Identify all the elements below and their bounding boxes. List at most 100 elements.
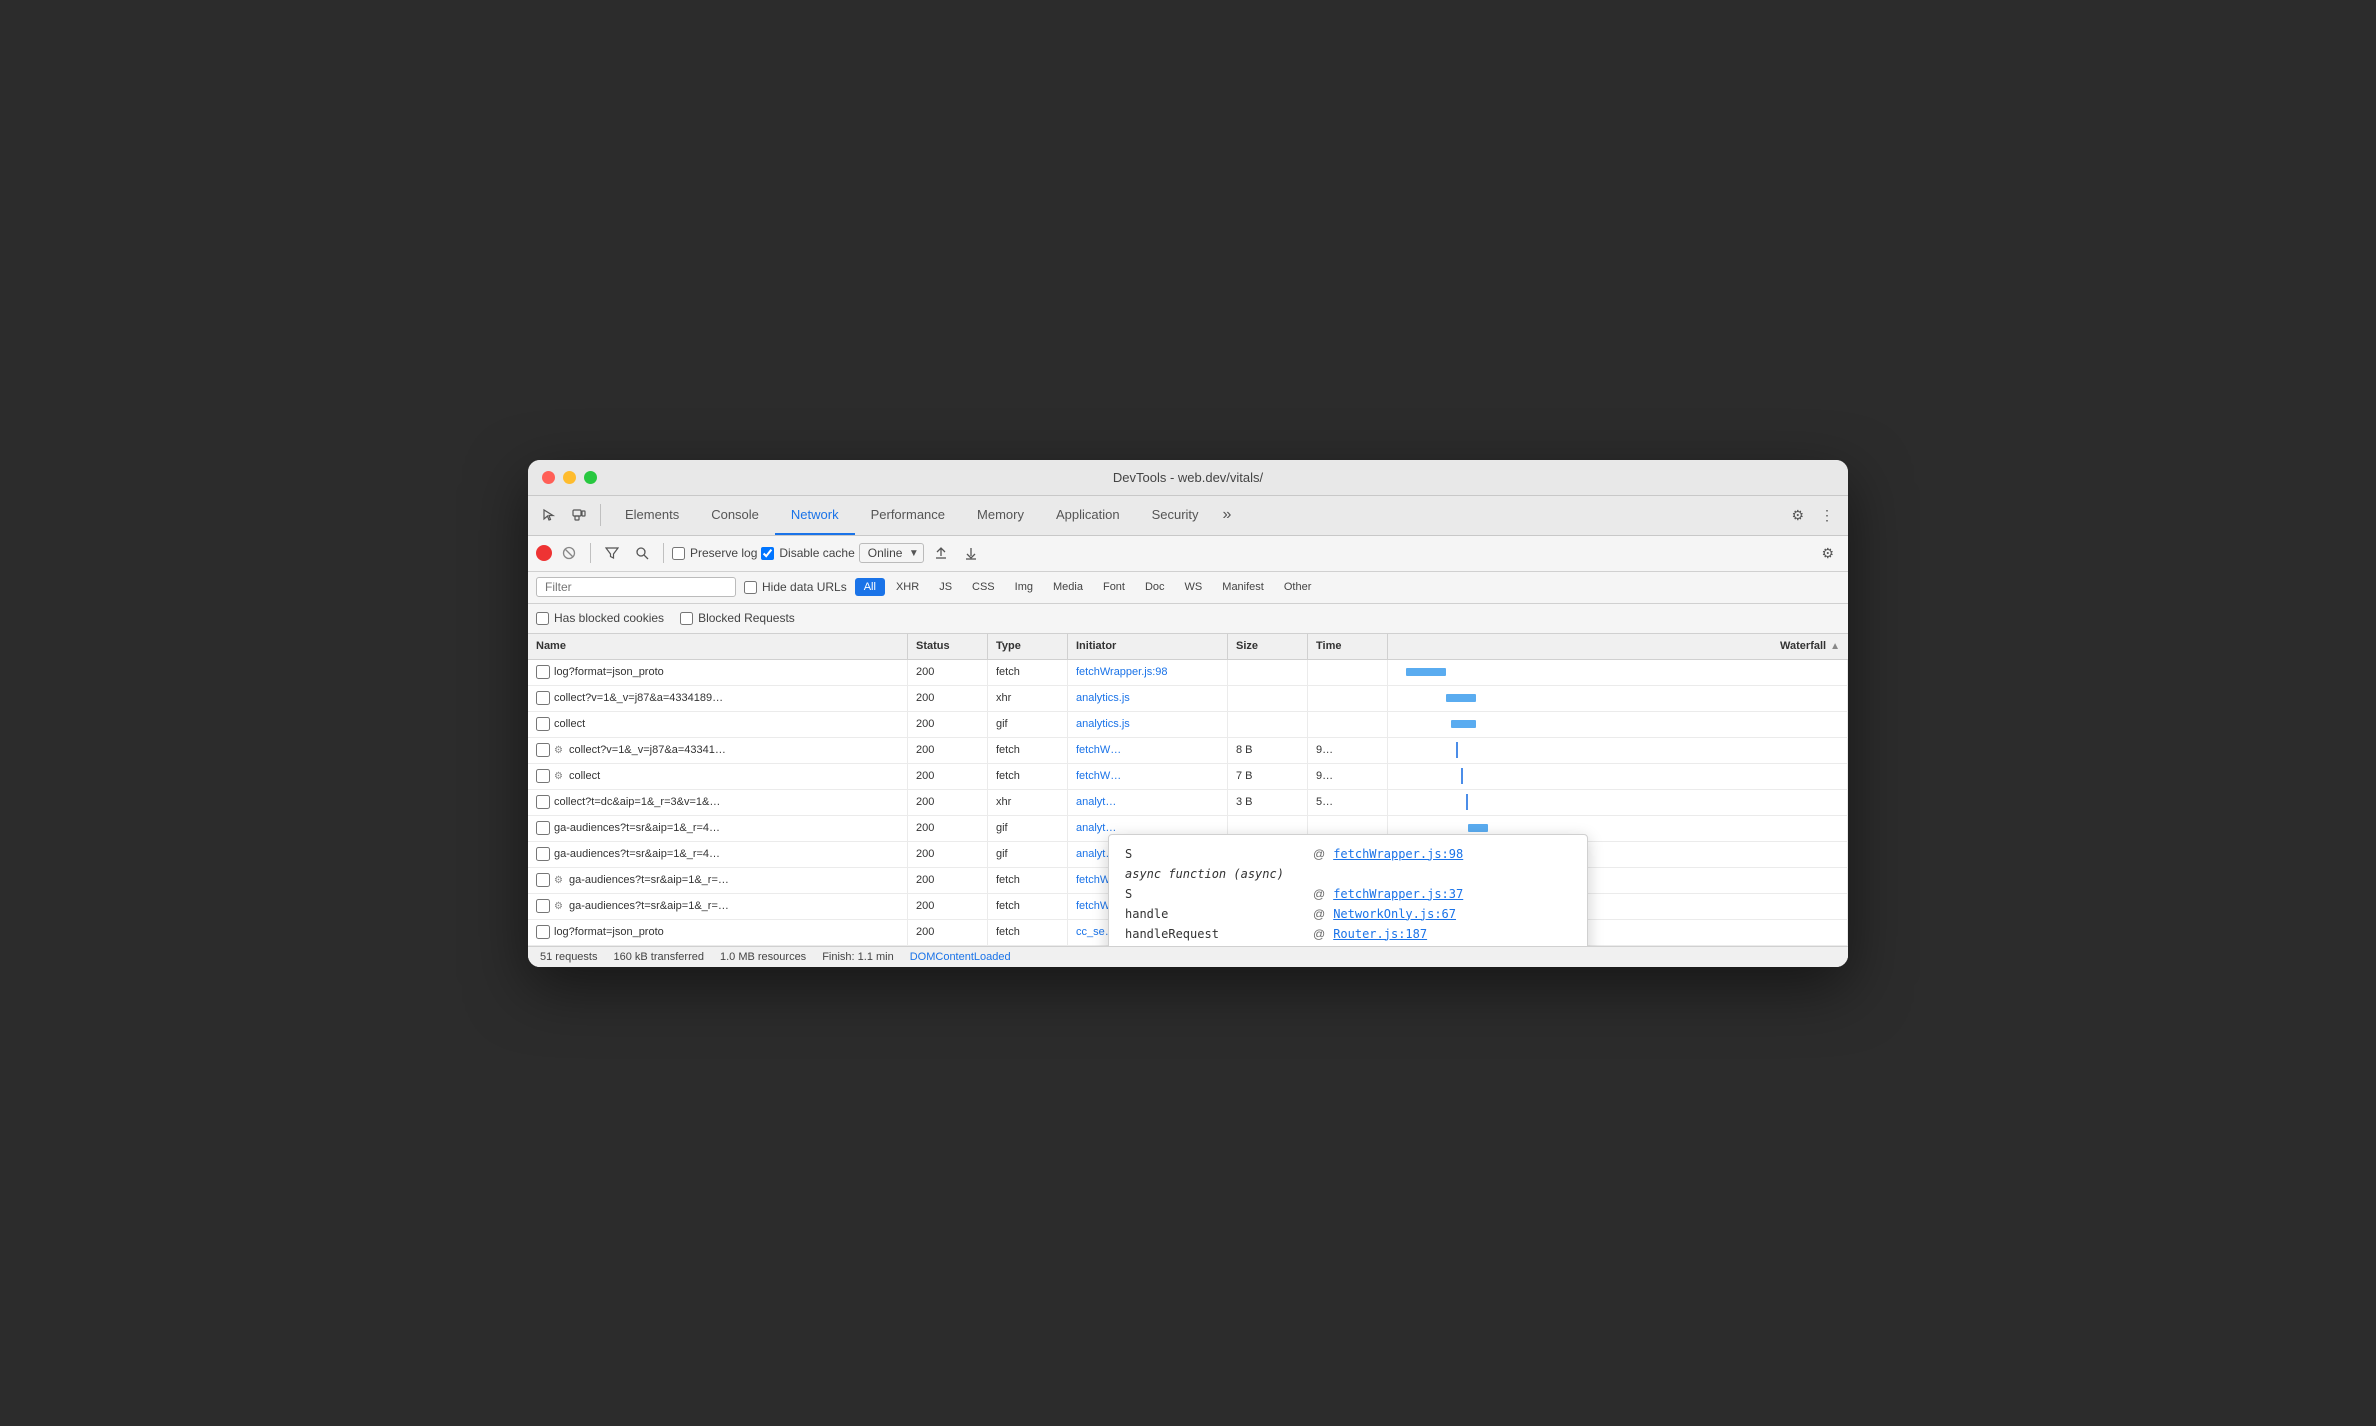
filter-type-media[interactable]: Media bbox=[1044, 578, 1092, 596]
filter-input[interactable] bbox=[536, 577, 736, 597]
tab-memory[interactable]: Memory bbox=[961, 496, 1040, 535]
table-row[interactable]: log?format=json_proto 200 fetch fetchWra… bbox=[528, 660, 1848, 686]
row-checkbox[interactable] bbox=[536, 717, 550, 731]
clear-button[interactable] bbox=[556, 543, 582, 563]
tab-network[interactable]: Network bbox=[775, 496, 855, 535]
filter-type-xhr[interactable]: XHR bbox=[887, 578, 928, 596]
td-time bbox=[1308, 686, 1388, 711]
row-checkbox[interactable] bbox=[536, 769, 550, 783]
filter-type-ws[interactable]: WS bbox=[1176, 578, 1212, 596]
filter-type-doc[interactable]: Doc bbox=[1136, 578, 1174, 596]
callout-link[interactable]: NetworkOnly.js:67 bbox=[1333, 907, 1456, 921]
th-waterfall: Waterfall ▲ bbox=[1388, 634, 1848, 659]
td-initiator: fetchW… bbox=[1068, 738, 1228, 763]
tab-application[interactable]: Application bbox=[1040, 496, 1136, 535]
preserve-log-checkbox[interactable]: Preserve log bbox=[672, 546, 757, 560]
upload-icon[interactable] bbox=[928, 543, 954, 563]
tab-security[interactable]: Security bbox=[1136, 496, 1215, 535]
td-status: 200 bbox=[908, 816, 988, 841]
disable-cache-checkbox[interactable]: Disable cache bbox=[761, 546, 854, 560]
table-row[interactable]: ⚙ collect?v=1&_v=j87&a=43341… 200 fetch … bbox=[528, 738, 1848, 764]
close-button[interactable] bbox=[542, 471, 555, 484]
row-checkbox[interactable] bbox=[536, 847, 550, 861]
td-waterfall bbox=[1388, 790, 1848, 815]
td-waterfall bbox=[1388, 712, 1848, 737]
th-type: Type bbox=[988, 634, 1068, 659]
td-type: gif bbox=[988, 842, 1068, 867]
more-tabs-button[interactable]: » bbox=[1215, 506, 1240, 524]
row-checkbox[interactable] bbox=[536, 899, 550, 913]
has-blocked-cookies-checkbox[interactable]: Has blocked cookies bbox=[536, 611, 664, 625]
th-size: Size bbox=[1228, 634, 1308, 659]
titlebar: DevTools - web.dev/vitals/ bbox=[528, 460, 1848, 496]
callout-link[interactable]: fetchWrapper.js:37 bbox=[1333, 887, 1463, 901]
callout-func: S bbox=[1125, 847, 1305, 861]
tab-performance[interactable]: Performance bbox=[855, 496, 961, 535]
table-row[interactable]: collect 200 gif analytics.js bbox=[528, 712, 1848, 738]
throttle-selector[interactable]: Online ▼ bbox=[859, 543, 924, 563]
filter-type-img[interactable]: Img bbox=[1006, 578, 1042, 596]
download-icon[interactable] bbox=[958, 543, 984, 563]
td-type: gif bbox=[988, 712, 1068, 737]
filter-type-css[interactable]: CSS bbox=[963, 578, 1004, 596]
td-name: ga-audiences?t=sr&aip=1&_r=4… bbox=[528, 842, 908, 867]
network-table: Name Status Type Initiator Size Time Wat… bbox=[528, 634, 1848, 946]
tabs-container: Elements Console Network Performance Mem… bbox=[609, 496, 1785, 535]
row-checkbox[interactable] bbox=[536, 743, 550, 757]
tab-elements[interactable]: Elements bbox=[609, 496, 695, 535]
row-checkbox[interactable] bbox=[536, 925, 550, 939]
td-waterfall bbox=[1388, 738, 1848, 763]
callout-link[interactable]: fetchWrapper.js:98 bbox=[1333, 847, 1463, 861]
minimize-button[interactable] bbox=[563, 471, 576, 484]
row-checkbox[interactable] bbox=[536, 691, 550, 705]
filter-type-all[interactable]: All bbox=[855, 578, 885, 596]
filter-type-js[interactable]: JS bbox=[930, 578, 961, 596]
tab-console[interactable]: Console bbox=[695, 496, 775, 535]
callout-at: @ bbox=[1313, 907, 1325, 921]
network-toolbar: Preserve log Disable cache Online ▼ bbox=[528, 536, 1848, 572]
disable-cache-input[interactable] bbox=[761, 547, 774, 560]
td-name: collect?t=dc&aip=1&_r=3&v=1&… bbox=[528, 790, 908, 815]
td-name: ga-audiences?t=sr&aip=1&_r=4… bbox=[528, 816, 908, 841]
settings-icon[interactable]: ⚙ bbox=[1785, 503, 1810, 528]
search-icon[interactable] bbox=[629, 543, 655, 563]
td-status: 200 bbox=[908, 686, 988, 711]
record-button[interactable] bbox=[536, 545, 552, 561]
blocked-row: Has blocked cookies Blocked Requests bbox=[528, 604, 1848, 634]
tab-bar: Elements Console Network Performance Mem… bbox=[528, 496, 1848, 536]
throttle-select[interactable]: Online bbox=[859, 543, 924, 563]
has-blocked-cookies-input[interactable] bbox=[536, 612, 549, 625]
maximize-button[interactable] bbox=[584, 471, 597, 484]
callout-link[interactable]: Router.js:187 bbox=[1333, 927, 1427, 941]
service-worker-icon: ⚙ bbox=[554, 771, 563, 782]
cursor-icon[interactable] bbox=[536, 504, 562, 526]
filter-icon[interactable] bbox=[599, 543, 625, 563]
table-row[interactable]: collect?v=1&_v=j87&a=4334189… 200 xhr an… bbox=[528, 686, 1848, 712]
td-name: ⚙ ga-audiences?t=sr&aip=1&_r=… bbox=[528, 894, 908, 919]
filter-type-other[interactable]: Other bbox=[1275, 578, 1321, 596]
more-options-icon[interactable]: ⋮ bbox=[1814, 503, 1840, 528]
hide-data-urls-checkbox[interactable]: Hide data URLs bbox=[744, 580, 847, 594]
blocked-requests-input[interactable] bbox=[680, 612, 693, 625]
table-row[interactable]: ⚙ collect 200 fetch fetchW… 7 B 9… bbox=[528, 764, 1848, 790]
blocked-requests-checkbox[interactable]: Blocked Requests bbox=[680, 611, 795, 625]
filter-type-manifest[interactable]: Manifest bbox=[1213, 578, 1273, 596]
td-waterfall bbox=[1388, 686, 1848, 711]
row-checkbox[interactable] bbox=[536, 665, 550, 679]
row-checkbox[interactable] bbox=[536, 873, 550, 887]
device-toolbar-icon[interactable] bbox=[566, 504, 592, 526]
callout-at: @ bbox=[1313, 847, 1325, 861]
td-waterfall bbox=[1388, 660, 1848, 685]
status-dom-content-loaded[interactable]: DOMContentLoaded bbox=[910, 951, 1011, 963]
traffic-lights bbox=[542, 471, 597, 484]
row-checkbox[interactable] bbox=[536, 821, 550, 835]
hide-data-urls-input[interactable] bbox=[744, 581, 757, 594]
filter-type-font[interactable]: Font bbox=[1094, 578, 1134, 596]
network-settings-icon[interactable]: ⚙ bbox=[1815, 541, 1840, 566]
table-row[interactable]: collect?t=dc&aip=1&_r=3&v=1&… 200 xhr an… bbox=[528, 790, 1848, 816]
row-checkbox[interactable] bbox=[536, 795, 550, 809]
td-type: fetch bbox=[988, 660, 1068, 685]
td-name: collect?v=1&_v=j87&a=4334189… bbox=[528, 686, 908, 711]
preserve-log-input[interactable] bbox=[672, 547, 685, 560]
callout-popup: S @ fetchWrapper.js:98 async function (a… bbox=[1108, 834, 1588, 946]
